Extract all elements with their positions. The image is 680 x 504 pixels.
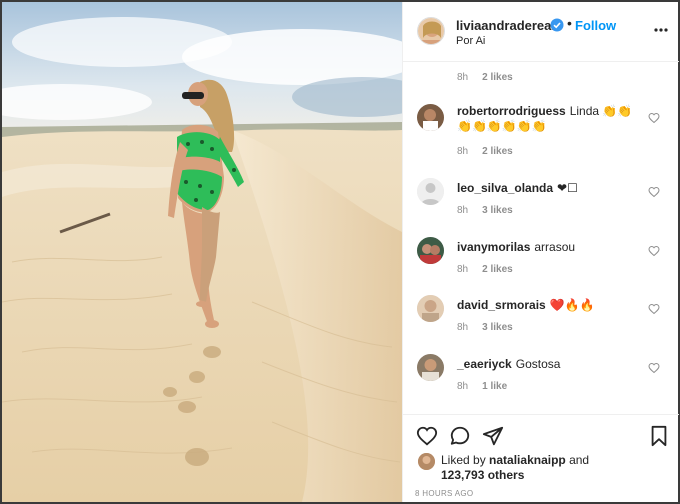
comment-emoji: 👏👏👏👏👏👏 <box>457 119 547 133</box>
liked-by-and: and <box>569 453 590 467</box>
comment-time: 8h <box>457 264 469 275</box>
comment-text: _eaeriyck Gostosa <box>457 357 643 372</box>
comment-avatar[interactable] <box>417 104 444 131</box>
comment-username[interactable]: ivanymorilas <box>457 240 530 254</box>
comment-body: Gostosa <box>515 357 561 371</box>
post-dialog: liviaandradereal • Follow Por Ai 8h 2 li… <box>2 2 679 502</box>
post-location[interactable]: Por Ai <box>456 35 485 47</box>
separator-dot: • <box>567 15 572 31</box>
comment-likes[interactable]: 2 likes <box>482 72 513 83</box>
comment-likes[interactable]: 1 like <box>482 381 507 392</box>
comment-likes[interactable]: 2 likes <box>482 146 513 157</box>
window-frame: liviaandradereal • Follow Por Ai 8h 2 li… <box>0 0 680 504</box>
comment-text: david_srmorais ❤️🔥🔥 <box>457 298 643 313</box>
author-avatar[interactable] <box>417 17 445 45</box>
comment-meta: 8h 1 like <box>457 381 507 392</box>
post-photo[interactable] <box>2 2 402 502</box>
likes-count-link[interactable]: 123,793 others <box>441 468 524 482</box>
comment-username[interactable]: leo_silva_olanda <box>457 181 553 195</box>
comment-meta: 8h 3 likes <box>457 322 513 333</box>
post-timestamp[interactable]: 8 HOURS AGO <box>415 489 473 498</box>
comment-time: 8h <box>457 146 469 157</box>
share-icon[interactable] <box>482 425 504 447</box>
comment-meta: 8h 2 likes <box>457 146 513 157</box>
comment-avatar[interactable] <box>417 237 444 264</box>
bookmark-icon[interactable] <box>648 425 670 447</box>
comment-username[interactable]: _eaeriyck <box>457 357 512 371</box>
heart-icon[interactable] <box>416 425 438 447</box>
comment-avatar[interactable] <box>417 178 444 205</box>
previous-comment-meta: 8h 2 likes <box>457 72 513 83</box>
comment-text: ivanymorilas arrasou <box>457 240 643 255</box>
beach-dunes-image <box>2 2 402 502</box>
comment-time: 8h <box>457 322 469 333</box>
comment-like-heart-icon[interactable] <box>648 244 660 257</box>
comment-like-heart-icon[interactable] <box>648 185 660 198</box>
comment-body: ❤️🔥🔥 <box>549 298 595 312</box>
comment-username[interactable]: robertorrodriguess <box>457 104 566 118</box>
comment-text: robertorrodriguess Linda 👏👏 👏👏👏👏👏👏 <box>457 104 643 134</box>
comment-like-heart-icon[interactable] <box>648 111 660 124</box>
comment-username[interactable]: david_srmorais <box>457 298 546 312</box>
post-side-panel: liviaandradereal • Follow Por Ai 8h 2 li… <box>402 2 679 502</box>
comment-avatar[interactable] <box>417 354 444 381</box>
verified-icon <box>550 18 564 32</box>
comment-avatar[interactable] <box>417 295 444 322</box>
comment-meta: 8h 3 likes <box>457 205 513 216</box>
liked-by-user-link[interactable]: nataliaknaipp <box>489 453 566 467</box>
comment-time: 8h <box>457 381 469 392</box>
comment-body: arrasou <box>534 240 576 254</box>
more-icon[interactable] <box>653 22 669 38</box>
comment-body: ❤︎☐ <box>557 181 578 195</box>
comment-like-heart-icon[interactable] <box>648 302 660 315</box>
comment-time: 8h <box>457 72 469 83</box>
follow-button[interactable]: Follow <box>575 18 616 33</box>
post-actions: Liked by nataliaknaipp and 123,793 others… <box>403 414 679 502</box>
comment-likes[interactable]: 2 likes <box>482 264 513 275</box>
comment-emoji: 👏👏 <box>602 104 633 118</box>
comment-likes[interactable]: 3 likes <box>482 205 513 216</box>
post-header: liviaandradereal • Follow Por Ai <box>403 2 679 62</box>
comment-body: Linda <box>569 104 600 118</box>
comment-time: 8h <box>457 205 469 216</box>
liked-by-summary: Liked by nataliaknaipp and 123,793 others <box>441 453 661 483</box>
author-username[interactable]: liviaandradereal <box>456 18 555 33</box>
liked-by-avatar[interactable] <box>418 453 435 470</box>
comment-icon[interactable] <box>449 425 471 447</box>
comments-list[interactable]: 8h 2 likes robertorrodriguess Linda 👏👏 👏👏👏👏… <box>403 62 679 414</box>
comment-text: leo_silva_olanda ❤︎☐ <box>457 181 643 196</box>
comment-likes[interactable]: 3 likes <box>482 322 513 333</box>
liked-by-prefix: Liked by <box>441 453 486 467</box>
comment-meta: 8h 2 likes <box>457 264 513 275</box>
comment-like-heart-icon[interactable] <box>648 361 660 374</box>
